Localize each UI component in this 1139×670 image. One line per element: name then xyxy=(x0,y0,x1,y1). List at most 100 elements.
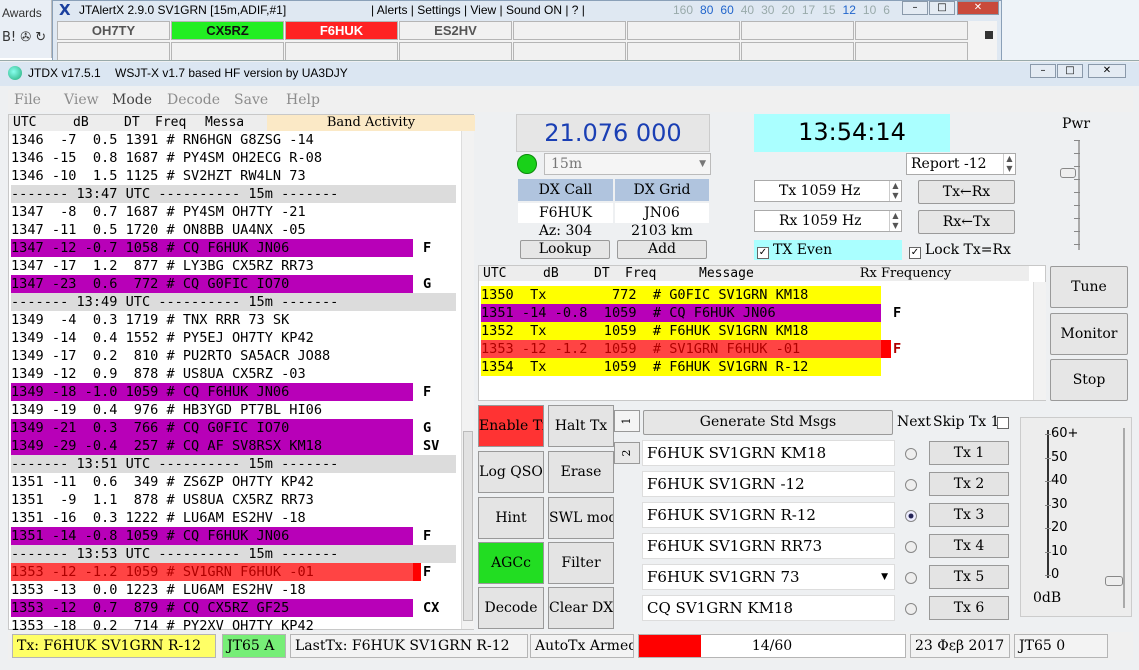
tx4-radio[interactable] xyxy=(905,541,917,553)
tx-even-checkbox[interactable]: ✓ TX Even xyxy=(754,240,902,260)
tx3-message-field[interactable]: F6HUK SV1GRN R-12 xyxy=(642,502,895,528)
band-activity-row[interactable]: 1349 -14 0.4 1552 # PY5EJ OH7TY KP42 xyxy=(11,329,456,347)
tx5-button[interactable]: Tx 5 xyxy=(929,565,1009,589)
band-activity-row[interactable]: 1346 -10 1.5 1125 # SV2HZT RW4LN 73 xyxy=(11,167,456,185)
band-activity-row[interactable]: 1347 -17 1.2 877 # LY3BG CX5RZ RR73 xyxy=(11,257,456,275)
menu-file[interactable]: File xyxy=(14,92,41,108)
band-activity-row[interactable]: 1347 -8 0.7 1687 # PY4SM OH7TY -21 xyxy=(11,203,456,221)
power-slider-handle[interactable] xyxy=(1060,168,1076,178)
band-30[interactable]: 30 xyxy=(761,3,774,17)
band-activity-row[interactable]: 1349 -29 -0.4 257 # CQ AF SV8RSX KM18 SV xyxy=(11,437,439,455)
close-button[interactable]: ✕ xyxy=(957,1,999,15)
power-slider-track[interactable] xyxy=(1078,140,1080,250)
lookup-button[interactable]: Lookup xyxy=(520,240,610,259)
clear-dx-button[interactable]: Clear DX xyxy=(548,587,614,629)
empty-callsign-cell[interactable] xyxy=(741,42,854,61)
tune-button[interactable]: Tune xyxy=(1050,266,1128,308)
rx-frequency-scrollbar[interactable] xyxy=(1033,282,1046,400)
jtdx-minimize-button[interactable]: – xyxy=(1030,64,1056,78)
jtalert-band-list[interactable]: 160 80 60 40 30 20 17 15 12 10 6 xyxy=(673,3,897,17)
menu-save[interactable]: Save xyxy=(234,92,268,108)
tx3-button[interactable]: Tx 3 xyxy=(929,503,1009,527)
band-activity-row[interactable]: 1353 -12 -1.2 1059 # SV1GRN F6HUK -01 F xyxy=(11,563,431,581)
empty-callsign-cell[interactable] xyxy=(627,21,740,40)
empty-callsign-cell[interactable] xyxy=(513,21,626,40)
menu-mode[interactable]: Mode xyxy=(112,92,152,108)
band-17[interactable]: 17 xyxy=(802,3,815,17)
band-activity-row[interactable]: ------- 13:47 UTC ---------- 15m ------- xyxy=(11,185,456,203)
spin-arrows-icon[interactable]: ▲ ▼ xyxy=(889,181,901,201)
tx4-button[interactable]: Tx 4 xyxy=(929,534,1009,558)
rx-frequency-row[interactable]: 1350 Tx 772 # G0FIC SV1GRN KM18 xyxy=(481,286,881,304)
tx6-button[interactable]: Tx 6 xyxy=(929,596,1009,620)
meter-slider-track[interactable] xyxy=(1123,428,1125,608)
band-15[interactable]: 15 xyxy=(822,3,835,17)
report-spinbox[interactable]: Report -12 ▲ ▼ xyxy=(906,153,1016,175)
callsign-cell[interactable]: OH7TY xyxy=(57,21,170,40)
empty-callsign-cell[interactable] xyxy=(855,21,968,40)
band-activity-row[interactable]: 1347 -23 0.6 772 # CQ G0FIC IO70 G xyxy=(11,275,431,293)
enable-tx-button[interactable]: Enable Tx xyxy=(478,405,544,447)
jtalert-menu[interactable]: | Alerts | Settings | View | Sound ON | … xyxy=(371,3,585,17)
band-activity-row[interactable]: 1351 -9 1.1 878 # US8UA CX5RZ RR73 xyxy=(11,491,456,509)
tx-frequency-spinbox[interactable]: Tx 1059 Hz ▲ ▼ xyxy=(754,180,902,202)
band-activity-row[interactable]: 1347 -11 0.5 1720 # ON8BB UA4NX -05 xyxy=(11,221,456,239)
empty-callsign-cell[interactable] xyxy=(741,21,854,40)
band-activity-row[interactable]: 1351 -11 0.6 349 # ZS6ZP OH7TY KP42 xyxy=(11,473,456,491)
empty-callsign-cell[interactable] xyxy=(171,42,284,61)
tx-from-rx-button[interactable]: Tx←Rx xyxy=(918,180,1015,204)
tx1-message-field[interactable]: F6HUK SV1GRN KM18 xyxy=(642,440,895,466)
halt-tx-button[interactable]: Halt Tx xyxy=(548,405,614,447)
callsign-cell[interactable]: CX5RZ xyxy=(171,21,284,40)
dx-call-field[interactable]: F6HUK xyxy=(518,203,613,223)
band-activity-row[interactable]: ------- 13:51 UTC ---------- 15m ------- xyxy=(11,455,456,473)
swl-mode-button[interactable]: SWL mode xyxy=(548,497,614,539)
filter-button[interactable]: Filter xyxy=(548,542,614,584)
tx2-radio[interactable] xyxy=(905,479,917,491)
menu-decode[interactable]: Decode xyxy=(167,92,220,108)
tab-2[interactable]: 2 xyxy=(614,442,640,464)
generate-std-msgs-button[interactable]: Generate Std Msgs xyxy=(643,410,893,435)
jtdx-close-button[interactable]: ✕ xyxy=(1088,64,1126,78)
tx6-message-field[interactable]: CQ SV1GRN KM18 xyxy=(642,595,895,621)
band-60[interactable]: 60 xyxy=(720,3,733,17)
band-select[interactable]: 15m ▼ xyxy=(544,153,711,175)
band-activity-row[interactable]: 1349 -12 0.9 878 # US8UA CX5RZ -03 xyxy=(11,365,456,383)
band-20[interactable]: 20 xyxy=(781,3,794,17)
band-activity-row[interactable]: 1353 -13 0.0 1223 # LU6AM ES2HV -18 xyxy=(11,581,456,599)
jtalert-stop-icon[interactable] xyxy=(985,31,993,39)
tx6-radio[interactable] xyxy=(905,603,917,615)
tx1-button[interactable]: Tx 1 xyxy=(929,441,1009,465)
tx3-radio[interactable] xyxy=(905,510,917,522)
empty-callsign-cell[interactable] xyxy=(399,42,512,61)
tx5-radio[interactable] xyxy=(905,572,917,584)
empty-callsign-cell[interactable] xyxy=(627,42,740,61)
meter-slider-handle[interactable] xyxy=(1105,576,1123,586)
tx4-message-field[interactable]: F6HUK SV1GRN RR73 xyxy=(642,533,895,559)
skip-tx1-checkbox[interactable] xyxy=(997,417,1009,429)
tx5-message-field[interactable]: F6HUK SV1GRN 73 ▼ xyxy=(642,564,895,590)
empty-callsign-cell[interactable] xyxy=(855,42,968,61)
chevron-down-icon[interactable]: ▼ xyxy=(881,565,888,589)
tx2-button[interactable]: Tx 2 xyxy=(929,472,1009,496)
band-activity-row[interactable]: 1349 -19 0.4 976 # HB3YGD PT7BL HI06 xyxy=(11,401,456,419)
rx-frequency-row[interactable]: 1353 -12 -1.2 1059 # SV1GRN F6HUK -01 F xyxy=(481,340,901,358)
callsign-cell[interactable]: ES2HV xyxy=(399,21,512,40)
tab-1[interactable]: 1 xyxy=(614,410,640,432)
empty-callsign-cell[interactable] xyxy=(285,42,398,61)
band-activity-row[interactable]: ------- 13:49 UTC ---------- 15m ------- xyxy=(11,293,456,311)
hint-button[interactable]: Hint xyxy=(478,497,544,539)
callsign-cell[interactable]: F6HUK xyxy=(285,21,398,40)
lock-tx-rx-checkbox[interactable]: ✓ Lock Tx=Rx xyxy=(906,240,1011,260)
dx-grid-field[interactable]: JN06 xyxy=(615,203,709,223)
rx-frequency-row[interactable]: 1351 -14 -0.8 1059 # CQ F6HUK JN06 F xyxy=(481,304,901,322)
band-80[interactable]: 80 xyxy=(700,3,713,17)
jtdx-maximize-button[interactable]: □ xyxy=(1057,64,1083,78)
empty-callsign-cell[interactable] xyxy=(513,42,626,61)
band-activity-row[interactable]: ------- 13:53 UTC ---------- 15m ------- xyxy=(11,545,456,563)
menu-view[interactable]: View xyxy=(64,92,99,108)
log-qso-button[interactable]: Log QSO xyxy=(478,451,544,493)
rx-frequency-spinbox[interactable]: Rx 1059 Hz ▲ ▼ xyxy=(754,210,902,232)
maximize-button[interactable]: □ xyxy=(929,1,955,15)
band-40[interactable]: 40 xyxy=(741,3,754,17)
